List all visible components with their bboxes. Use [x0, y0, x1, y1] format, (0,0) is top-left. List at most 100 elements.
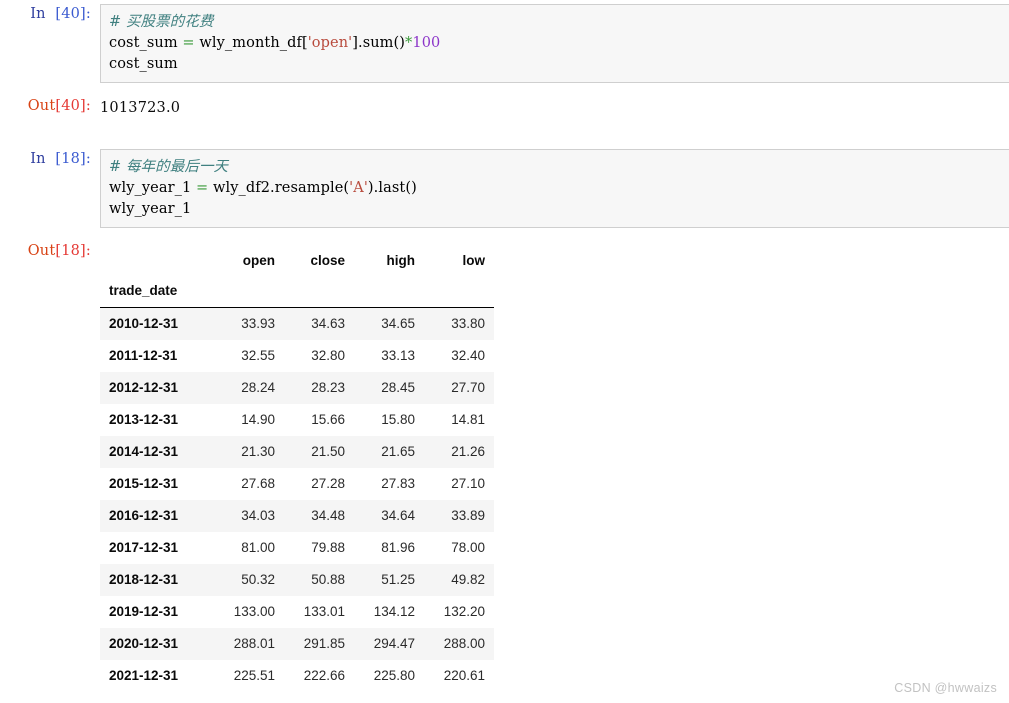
input-prompt-label: In [30, 6, 46, 22]
dataframe-cell: 220.61 [443, 668, 485, 683]
dataframe-cell: 15.66 [311, 412, 345, 427]
input-prompt-40: In [40]: [0, 4, 100, 25]
dataframe-row-index: 2017-12-31 [109, 540, 179, 555]
code-content-18: # 每年的最后一天 wly_year_1 = wly_df2.resample(… [109, 159, 417, 217]
dataframe-cell: 27.68 [241, 476, 275, 491]
dataframe-cell: 51.25 [381, 572, 415, 587]
dataframe-cell: 21.30 [241, 444, 275, 459]
dataframe-cell: 225.80 [373, 668, 415, 683]
table-row: 2015-12-31 27.68 27.28 27.83 27.10 [100, 468, 494, 500]
dataframe-column-header: low [462, 253, 486, 268]
table-row: 2010-12-31 33.93 34.63 34.65 33.80 [100, 307, 494, 340]
table-row: 2020-12-31 288.01 291.85 294.47 288.00 [100, 628, 494, 660]
dataframe-row-index: 2015-12-31 [109, 476, 179, 491]
dataframe-cell: 14.90 [241, 412, 275, 427]
notebook-cell-input: In [18]: # 每年的最后一天 wly_year_1 = wly_df2.… [0, 149, 1009, 228]
output-prompt-18: Out[18]: [0, 241, 100, 262]
dataframe-cell: 21.26 [451, 444, 485, 459]
dataframe-body: 2010-12-31 33.93 34.63 34.65 33.80 2011-12-31… [100, 307, 494, 692]
dataframe-output-18: open close high low trade_date 2010-12-31 33… [100, 241, 1009, 692]
output-prompt-index: [18]: [55, 243, 91, 259]
dataframe-cell: 21.65 [381, 444, 415, 459]
table-row: 2012-12-31 28.24 28.23 28.45 27.70 [100, 372, 494, 404]
dataframe-cell: 133.01 [303, 604, 345, 619]
dataframe-cell: 28.45 [381, 380, 415, 395]
input-prompt-index: [40]: [55, 6, 91, 22]
table-row: 2014-12-31 21.30 21.50 21.65 21.26 [100, 436, 494, 468]
dataframe-cell: 32.40 [451, 348, 485, 363]
dataframe-cell: 134.12 [373, 604, 415, 619]
dataframe-cell: 34.63 [311, 316, 345, 331]
code-editor-18[interactable]: # 每年的最后一天 wly_year_1 = wly_df2.resample(… [100, 149, 1009, 228]
dataframe-row-index: 2012-12-31 [109, 380, 179, 395]
dataframe-cell: 78.00 [451, 540, 485, 555]
output-value-40: 1013723.0 [100, 100, 181, 116]
dataframe-cell: 33.80 [451, 316, 485, 331]
dataframe-row-index: 2021-12-31 [109, 668, 179, 683]
dataframe-cell: 28.24 [241, 380, 275, 395]
dataframe-column-header: open [242, 253, 275, 268]
dataframe-index-name-filler [284, 276, 354, 308]
output-prompt-index: [40]: [55, 98, 91, 114]
dataframe-cell: 34.65 [381, 316, 415, 331]
input-prompt-label: In [30, 151, 46, 167]
dataframe-cell: 225.51 [233, 668, 275, 683]
notebook-cell-output: Out[18]: open close high low trade_date 201… [0, 241, 1009, 692]
dataframe-column-header-row: open close high low [100, 245, 494, 276]
dataframe-row-index: 2010-12-31 [109, 316, 179, 331]
dataframe-cell: 27.10 [451, 476, 485, 491]
dataframe-cell: 33.89 [451, 508, 485, 523]
code-token-comment: # 买股票的花费 [109, 14, 214, 30]
code-token-comment: # 每年的最后一天 [109, 159, 229, 175]
output-prompt-40: Out[40]: [0, 96, 100, 117]
dataframe-cell: 32.55 [241, 348, 275, 363]
output-area-40: 1013723.0 [100, 96, 1009, 119]
table-row: 2013-12-31 14.90 15.66 15.80 14.81 [100, 404, 494, 436]
dataframe-cell: 33.13 [381, 348, 415, 363]
dataframe-cell: 222.66 [303, 668, 345, 683]
output-prompt-label: Out [27, 243, 56, 259]
table-row: 2019-12-31 133.00 133.01 134.12 132.20 [100, 596, 494, 628]
dataframe-cell: 28.23 [311, 380, 345, 395]
notebook-cell-input: In [40]: # 买股票的花费 cost_sum = wly_month_d… [0, 4, 1009, 83]
dataframe-row-index: 2020-12-31 [109, 636, 179, 651]
dataframe-index-name-filler [424, 276, 494, 308]
table-row: 2018-12-31 50.32 50.88 51.25 49.82 [100, 564, 494, 596]
dataframe-cell: 81.00 [241, 540, 275, 555]
input-prompt-18: In [18]: [0, 149, 100, 170]
dataframe-column-header: high [386, 253, 416, 268]
dataframe-cell: 33.93 [241, 316, 275, 331]
dataframe-cell: 34.03 [241, 508, 275, 523]
dataframe-row-index: 2014-12-31 [109, 444, 179, 459]
code-editor-40[interactable]: # 买股票的花费 cost_sum = wly_month_df['open']… [100, 4, 1009, 83]
dataframe-cell: 27.70 [451, 380, 485, 395]
dataframe-row-index: 2016-12-31 [109, 508, 179, 523]
code-content-40: # 买股票的花费 cost_sum = wly_month_df['open']… [109, 14, 441, 72]
dataframe-column-header: close [310, 253, 345, 268]
dataframe-index-name-filler [354, 276, 424, 308]
notebook-cell-output: Out[40]: 1013723.0 [0, 96, 1009, 119]
dataframe-index-name: trade_date [100, 276, 214, 308]
dataframe-index-name-filler [214, 276, 284, 308]
dataframe-cell: 27.28 [311, 476, 345, 491]
dataframe-cell: 14.81 [451, 412, 485, 427]
watermark: CSDN @hwwaizs [894, 681, 997, 695]
code-token-string: 'A' [349, 180, 368, 196]
dataframe-row-index: 2011-12-31 [109, 348, 178, 363]
code-token-string: 'open' [307, 35, 353, 51]
dataframe-cell: 288.00 [443, 636, 485, 651]
dataframe-cell: 50.32 [241, 572, 275, 587]
dataframe-row-index: 2018-12-31 [109, 572, 179, 587]
dataframe-cell: 34.48 [311, 508, 345, 523]
table-row: 2021-12-31 225.51 222.66 225.80 220.61 [100, 660, 494, 692]
dataframe-corner-blank [100, 245, 214, 276]
notebook: In [40]: # 买股票的花费 cost_sum = wly_month_d… [0, 0, 1009, 692]
dataframe-cell: 291.85 [303, 636, 345, 651]
dataframe-cell: 81.96 [381, 540, 415, 555]
dataframe-cell: 288.01 [233, 636, 275, 651]
table-row: 2016-12-31 34.03 34.48 34.64 33.89 [100, 500, 494, 532]
input-prompt-index: [18]: [55, 151, 91, 167]
dataframe-row-index: 2013-12-31 [109, 412, 179, 427]
table-row: 2017-12-31 81.00 79.88 81.96 78.00 [100, 532, 494, 564]
dataframe-cell: 15.80 [381, 412, 415, 427]
